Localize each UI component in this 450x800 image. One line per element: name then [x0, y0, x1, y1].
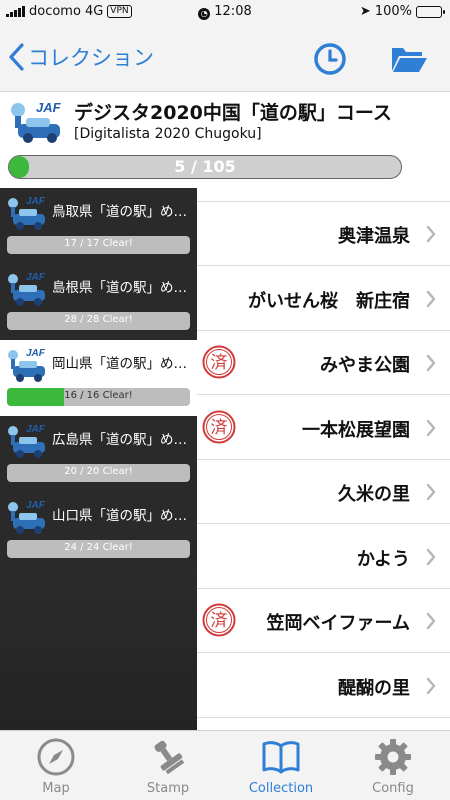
- station-name: かよう: [356, 548, 410, 570]
- back-label: コレクション: [28, 46, 154, 70]
- prefecture-item[interactable]: JAF 山口県「道の駅」め… 24 / 24 Clear!: [0, 492, 197, 568]
- prefecture-name: 広島県「道の駅」め…: [52, 432, 187, 448]
- battery-icon: [416, 5, 445, 18]
- stamp-mark-icon: 済: [202, 345, 236, 379]
- gear-icon: [375, 739, 411, 775]
- station-name: 久米の里: [338, 484, 410, 505]
- prefecture-item[interactable]: JAF 鳥取県「道の駅」め… 17 / 17 Clear!: [0, 188, 197, 264]
- logo-text: JAF: [26, 424, 46, 435]
- prefecture-progress-text: 20 / 20 Clear!: [64, 466, 133, 477]
- jaf-logo: JAF: [8, 500, 46, 534]
- station-row[interactable]: 奥津温泉: [197, 202, 450, 266]
- station-name: 笠岡ベイファーム: [266, 613, 410, 634]
- jaf-logo: JAF: [8, 272, 46, 306]
- tab-bar: Map Stamp Collection Config: [0, 730, 450, 800]
- station-list: 蒜山高原奥津温泉がいせん桜 新庄宿済みやま公園済一本松展望園久米の里かよう済笠岡…: [197, 188, 450, 730]
- logo-text: JAF: [26, 272, 46, 283]
- chevron-right-icon: [426, 225, 436, 243]
- logo-text: JAF: [36, 100, 62, 115]
- logo-text: JAF: [26, 348, 46, 359]
- clock-icon[interactable]: [313, 42, 347, 76]
- folder-icon[interactable]: [390, 44, 428, 74]
- tab-map[interactable]: Map: [0, 731, 112, 800]
- station-name: がいせん桜 新庄宿: [248, 290, 410, 312]
- station-row[interactable]: 醍醐の里: [197, 654, 450, 718]
- station-row[interactable]: 済 みやま公園: [197, 331, 450, 395]
- stamp-mark-icon: 済: [202, 410, 236, 443]
- chevron-right-icon: [426, 354, 436, 372]
- jaf-logo: JAF: [8, 424, 46, 458]
- stamp-mark-icon: 済: [202, 603, 236, 637]
- tab-stamp-label: Stamp: [146, 781, 190, 796]
- chevron-right-icon: [426, 419, 436, 436]
- station-name: 奥津温泉: [338, 226, 410, 247]
- prefecture-progress-bar: 20 / 20 Clear!: [7, 464, 190, 482]
- prefecture-progress-bar: 17 / 17 Clear!: [7, 236, 190, 254]
- station-name: 蒜山高原: [338, 188, 410, 190]
- tab-config-label: Config: [372, 781, 414, 796]
- chevron-right-icon: [426, 677, 436, 694]
- course-progress-text: 5 / 105: [174, 157, 236, 176]
- tab-collection[interactable]: Collection: [225, 731, 337, 800]
- station-row[interactable]: かよう: [197, 525, 450, 589]
- prefecture-list: JAF 鳥取県「道の駅」め… 17 / 17 Clear! JAF 島根県「道の駅」め……: [0, 188, 197, 730]
- prefecture-progress-text: 24 / 24 Clear!: [64, 542, 133, 553]
- status-right: ➤ 100%: [359, 4, 445, 19]
- jaf-logo: JAF: [11, 100, 62, 143]
- course-progress-bar: 5 / 105: [8, 155, 402, 179]
- prefecture-progress-text: 28 / 28 Clear!: [64, 314, 133, 325]
- navigation-bar: コレクション: [0, 24, 450, 92]
- location-icon: ➤: [359, 4, 371, 19]
- prefecture-progress-bar: 16 / 16 Clear!: [7, 388, 190, 406]
- chevron-right-icon: [426, 290, 436, 307]
- logo-text: JAF: [26, 500, 46, 511]
- course-subtitle: [Digitalista 2020 Chugoku]: [74, 126, 262, 142]
- chevron-right-icon: [426, 483, 436, 501]
- course-title: デジスタ2020中国「道の駅」コース: [74, 102, 392, 124]
- prefecture-progress-bar: 24 / 24 Clear!: [7, 540, 190, 558]
- station-row[interactable]: 蒜山高原: [197, 188, 450, 202]
- prefecture-name: 岡山県「道の駅」め…: [52, 356, 187, 372]
- stamp-icon: [154, 740, 185, 775]
- station-name: みやま公園: [320, 355, 410, 376]
- course-header: JAF デジスタ2020中国「道の駅」コース [Digitalista 2020…: [0, 92, 450, 188]
- station-row[interactable]: がいせん桜 新庄宿: [197, 267, 450, 331]
- back-button[interactable]: コレクション: [8, 42, 154, 72]
- prefecture-item[interactable]: JAF 広島県「道の駅」め… 20 / 20 Clear!: [0, 416, 197, 492]
- station-name: 一本松展望園: [302, 419, 410, 441]
- prefecture-name: 山口県「道の駅」め…: [52, 508, 187, 524]
- station-row[interactable]: 久米の里: [197, 460, 450, 524]
- tab-collection-label: Collection: [248, 781, 314, 796]
- station-row[interactable]: 済 笠岡ベイファーム: [197, 589, 450, 653]
- jaf-logo: JAF: [8, 348, 46, 382]
- compass-icon: [37, 738, 75, 776]
- chevron-right-icon: [426, 548, 436, 565]
- logo-text: JAF: [26, 196, 46, 207]
- prefecture-progress-text: 17 / 17 Clear!: [64, 238, 133, 249]
- chevron-left-icon: [9, 43, 24, 71]
- prefecture-progress-bar: 28 / 28 Clear!: [7, 312, 190, 330]
- stamp-mark-text: 済: [211, 418, 228, 438]
- prefecture-name: 島根県「道の駅」め…: [52, 280, 187, 296]
- tab-stamp[interactable]: Stamp: [112, 731, 224, 800]
- jaf-logo: JAF: [8, 196, 46, 230]
- status-bar: docomo 4G VPN ◔ 12:08 ➤ 100%: [0, 0, 450, 24]
- status-time: 12:08: [214, 4, 252, 19]
- prefecture-item[interactable]: JAF 岡山県「道の駅」め… 16 / 16 Clear!: [0, 340, 197, 416]
- prefecture-progress-text: 16 / 16 Clear!: [64, 390, 133, 401]
- station-row[interactable]: 済 一本松展望園: [197, 396, 450, 460]
- book-icon: [262, 741, 300, 774]
- alarm-icon: ◔: [198, 8, 211, 20]
- battery-percent: 100%: [374, 4, 412, 19]
- prefecture-item[interactable]: JAF 島根県「道の駅」め… 28 / 28 Clear!: [0, 264, 197, 340]
- tab-map-label: Map: [42, 781, 70, 796]
- chevron-right-icon: [426, 612, 436, 630]
- prefecture-name: 鳥取県「道の駅」め…: [52, 204, 187, 220]
- tab-config[interactable]: Config: [337, 731, 449, 800]
- station-name: 醍醐の里: [338, 677, 410, 699]
- stamp-mark-text: 済: [211, 611, 228, 631]
- stamp-mark-text: 済: [211, 353, 228, 373]
